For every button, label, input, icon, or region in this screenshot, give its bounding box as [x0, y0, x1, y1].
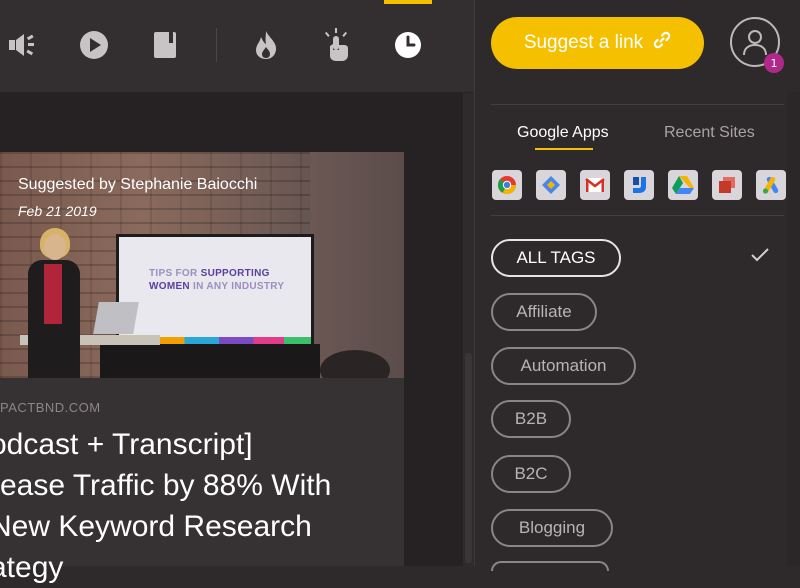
tag-b2b[interactable]: B2B [491, 400, 571, 438]
tap-icon[interactable] [320, 28, 352, 62]
chrome-icon[interactable] [492, 170, 522, 200]
desk [100, 344, 320, 378]
google-ads-icon[interactable] [756, 170, 786, 200]
nav-divider [216, 28, 217, 62]
google-slides-icon[interactable] [712, 170, 742, 200]
feed-scrollbar-thumb[interactable] [465, 353, 472, 563]
card-thumbnail[interactable]: TIPS FOR SUPPORTING WOMEN IN ANY INDUSTR… [0, 152, 404, 378]
suggest-link-label: Suggest a link [523, 32, 644, 53]
book-icon[interactable] [149, 28, 181, 62]
slide-text-line1a: TIPS FOR [149, 268, 201, 279]
speaker-shirt [44, 264, 62, 324]
jamboard-icon[interactable] [624, 170, 654, 200]
card-title-line[interactable]: ategy [0, 547, 410, 588]
tab-recent-sites[interactable]: Recent Sites [664, 124, 755, 142]
notification-badge[interactable]: 1 [764, 53, 784, 73]
presentation-screen: TIPS FOR SUPPORTING WOMEN IN ANY INDUSTR… [116, 234, 314, 348]
sidebar-scrollbar[interactable] [787, 92, 800, 566]
google-drive-icon[interactable] [668, 170, 698, 200]
card-domain: PACTBND.COM [0, 400, 101, 415]
laptop [93, 302, 139, 334]
suggested-date: Feb 21 2019 [18, 203, 97, 219]
link-card[interactable]: TIPS FOR SUPPORTING WOMEN IN ANY INDUSTR… [0, 152, 404, 584]
active-tab-underline [535, 148, 593, 150]
tag-blogging[interactable]: Blogging [491, 509, 613, 547]
link-icon [653, 31, 671, 55]
feed-panel: TIPS FOR SUPPORTING WOMEN IN ANY INDUSTR… [0, 93, 474, 584]
card-title-line[interactable]: odcast + Transcript] [0, 424, 410, 465]
tag-affiliate[interactable]: Affiliate [491, 293, 597, 331]
gmail-icon[interactable] [580, 170, 610, 200]
volume-icon[interactable] [8, 28, 40, 62]
speaker-head [44, 234, 66, 260]
slide-text-line2a: WOMEN [149, 281, 190, 292]
sidebar-divider [491, 215, 784, 216]
tag-all-tags[interactable]: ALL TAGS [491, 239, 621, 277]
clock-icon[interactable] [392, 28, 424, 62]
check-icon [750, 247, 770, 267]
tab-google-apps[interactable]: Google Apps [517, 124, 609, 142]
card-title[interactable]: odcast + Transcript] rease Traffic by 88… [0, 424, 410, 588]
play-icon[interactable] [78, 28, 110, 62]
google-ads-diamond-icon[interactable] [536, 170, 566, 200]
wall-pillar [310, 152, 404, 378]
tag-b2c[interactable]: B2C [491, 455, 571, 493]
user-icon [743, 30, 767, 56]
slide-text: TIPS FOR SUPPORTING WOMEN IN ANY INDUSTR… [149, 267, 284, 293]
sidebar-divider [491, 104, 784, 105]
tag-automation[interactable]: Automation [491, 347, 636, 385]
feed-scrollbar[interactable] [463, 93, 474, 566]
slide-text-line2b: IN ANY INDUSTRY [189, 281, 285, 292]
card-title-line[interactable]: New Keyword Research [0, 506, 410, 547]
top-nav-bar [0, 0, 474, 93]
active-tab-indicator [384, 0, 432, 4]
fire-icon[interactable] [250, 28, 282, 62]
suggested-by-label: Suggested by Stephanie Baiocchi [18, 176, 258, 193]
tag-partial[interactable] [491, 561, 609, 571]
card-title-line[interactable]: rease Traffic by 88% With [0, 465, 410, 506]
suggest-link-button[interactable]: Suggest a link [491, 17, 704, 69]
slide-text-line1b: SUPPORTING [200, 268, 270, 279]
